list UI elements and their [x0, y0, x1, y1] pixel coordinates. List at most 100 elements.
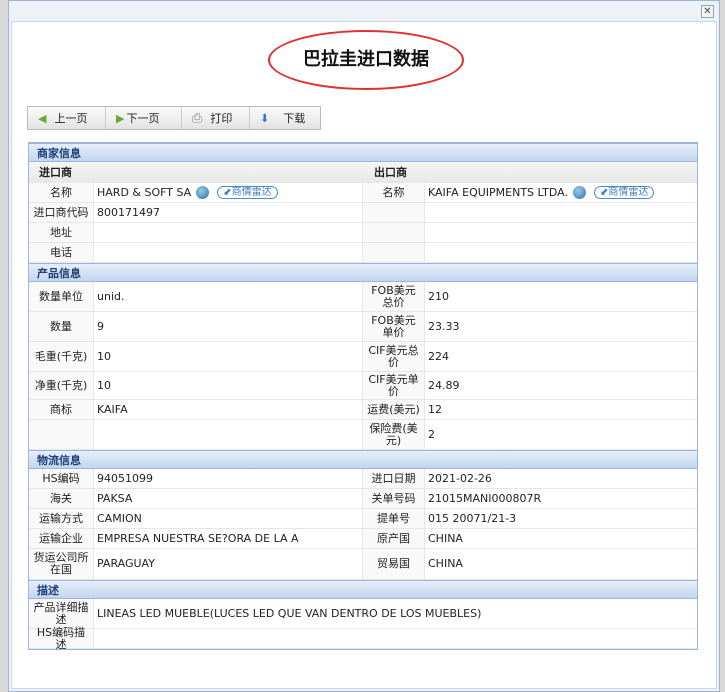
- table-row: 数量 9 FOB美元单价 23.33: [29, 312, 697, 342]
- field-value: CHINA: [425, 549, 697, 579]
- field-value: 224: [425, 342, 697, 371]
- field-value-text: CHINA: [428, 557, 463, 570]
- field-value: 94051099: [94, 469, 363, 488]
- radar-link[interactable]: ⬋ 商情雷达: [217, 186, 278, 199]
- field-value-text: KAIFA: [97, 402, 128, 416]
- arrow-right-icon: ▶: [116, 111, 125, 125]
- field-value: [425, 203, 697, 222]
- field-value: 10: [94, 342, 363, 371]
- field-value-text: KAIFA EQUIPMENTS LTDA.: [428, 185, 568, 199]
- field-value: 10: [94, 372, 363, 399]
- field-label: 货运公司所在国: [29, 549, 94, 579]
- field-label: FOB美元总价: [363, 282, 425, 311]
- field-value: 2021-02-26: [425, 469, 697, 488]
- field-value-text: 2021-02-26: [428, 471, 492, 485]
- field-value: 015 20071/21-3: [425, 509, 697, 528]
- field-value: PARAGUAY: [94, 549, 363, 579]
- field-value-text: EMPRESA NUESTRA SE?ORA DE LA A: [97, 531, 299, 545]
- table-row: 名称 HARD & SOFT SA ⬋ 商情雷达 名称 KAIFA EQUIPMENTS…: [29, 183, 697, 203]
- next-page-button[interactable]: ▶ 下一页: [106, 107, 182, 129]
- field-value: EMPRESA NUESTRA SE?ORA DE LA A: [94, 529, 363, 548]
- field-value-text: 24.89: [428, 378, 460, 392]
- field-value: KAIFA: [94, 400, 363, 419]
- prev-page-button[interactable]: ◀ 上一页: [28, 107, 106, 129]
- field-value: 800171497: [94, 203, 363, 222]
- field-label: 净重(千克): [29, 372, 94, 399]
- field-label: 产品详细描述: [29, 599, 94, 628]
- field-value: LINEAS LED MUEBLE(LUCES LED QUE VAN DENT…: [97, 606, 482, 620]
- field-value: 210: [425, 282, 697, 311]
- field-label: 电话: [29, 243, 94, 262]
- field-label: 提单号: [363, 509, 425, 528]
- field-value: 21015MANI000807R: [425, 489, 697, 508]
- field-value: unid.: [94, 282, 363, 311]
- field-value: 23.33: [425, 312, 697, 341]
- field-value: 12: [425, 400, 697, 419]
- field-label: [363, 223, 425, 242]
- field-label: 保险费(美元): [363, 420, 425, 449]
- field-value-text: HARD & SOFT SA: [97, 185, 192, 199]
- field-label: 贸易国: [363, 549, 425, 579]
- close-button[interactable]: ✕: [701, 5, 714, 18]
- print-label: 打印: [210, 112, 233, 125]
- field-label: 商标: [29, 400, 94, 419]
- field-value-text: PAKSA: [97, 491, 133, 505]
- radar-icon: ⬋: [599, 186, 609, 198]
- table-row: 产品详细描述 LINEAS LED MUEBLE(LUCES LED QUE VA…: [29, 599, 697, 629]
- field-label: 运费(美元): [363, 400, 425, 419]
- arrow-left-icon: ◀: [38, 111, 47, 125]
- field-label: 名称: [29, 183, 94, 202]
- field-label: 数量: [29, 312, 94, 341]
- field-value-text: 10: [97, 378, 111, 392]
- exporter-header: 出口商: [374, 166, 407, 179]
- table-row: 地址: [29, 223, 697, 243]
- field-value-text: 23.33: [428, 319, 460, 333]
- party-headers: 进口商 出口商: [29, 162, 697, 183]
- field-label: HS编码: [29, 469, 94, 488]
- field-value: [94, 420, 363, 449]
- download-label: 下载: [283, 112, 306, 125]
- field-value: 2: [425, 420, 697, 449]
- field-value-text: 10: [97, 349, 111, 363]
- globe-icon: [196, 186, 210, 199]
- radar-label: 商情雷达: [608, 186, 649, 198]
- field-label: CIF美元单价: [363, 372, 425, 399]
- field-label: 海关: [29, 489, 94, 508]
- field-value-text: CAMION: [97, 511, 142, 525]
- section-header-logistics: 物流信息: [29, 450, 697, 469]
- table-row: 货运公司所在国 PARAGUAY 贸易国 CHINA: [29, 549, 697, 580]
- field-label: 原产国: [363, 529, 425, 548]
- field-value-text: 015 20071/21-3: [428, 511, 517, 525]
- field-value: [94, 629, 697, 648]
- field-label: HS编码描述: [29, 626, 94, 650]
- field-value: KAIFA EQUIPMENTS LTDA. ⬋ 商情雷达: [425, 183, 697, 202]
- field-value: [425, 223, 697, 242]
- table-row: HS编码描述: [29, 626, 697, 650]
- field-value-text: 2: [428, 427, 435, 441]
- field-value: 9: [94, 312, 363, 341]
- field-value: [425, 243, 697, 262]
- prev-label: 上一页: [54, 112, 88, 125]
- table-row: 运输方式 CAMION 提单号 015 20071/21-3: [29, 509, 697, 529]
- field-label: [29, 420, 94, 449]
- field-value-text: 9: [97, 319, 104, 333]
- field-label: 地址: [29, 223, 94, 242]
- radar-link[interactable]: ⬋ 商情雷达: [593, 186, 655, 199]
- section-header-description: 描述: [29, 580, 697, 599]
- field-value-text: 224: [428, 349, 449, 363]
- field-label: 运输企业: [29, 529, 94, 548]
- table-row: 海关 PAKSA 关单号码 21015MANI000807R: [29, 489, 697, 509]
- table-row: 电话: [29, 243, 697, 263]
- field-label: 进口日期: [363, 469, 425, 488]
- radar-label: 商情雷达: [231, 186, 272, 198]
- print-button[interactable]: ⎙ 打印: [182, 107, 250, 129]
- table-row: 保险费(美元) 2: [29, 420, 697, 450]
- globe-icon: [572, 186, 586, 199]
- field-value: CAMION: [94, 509, 363, 528]
- download-button[interactable]: ⬇ 下载: [250, 107, 320, 129]
- field-label: 进口商代码: [29, 203, 94, 222]
- table-row: 运输企业 EMPRESA NUESTRA SE?ORA DE LA A 原产国 CHI…: [29, 529, 697, 549]
- field-value: [94, 243, 363, 262]
- field-label: 名称: [363, 183, 425, 202]
- table-row: 净重(千克) 10 CIF美元单价 24.89: [29, 372, 697, 400]
